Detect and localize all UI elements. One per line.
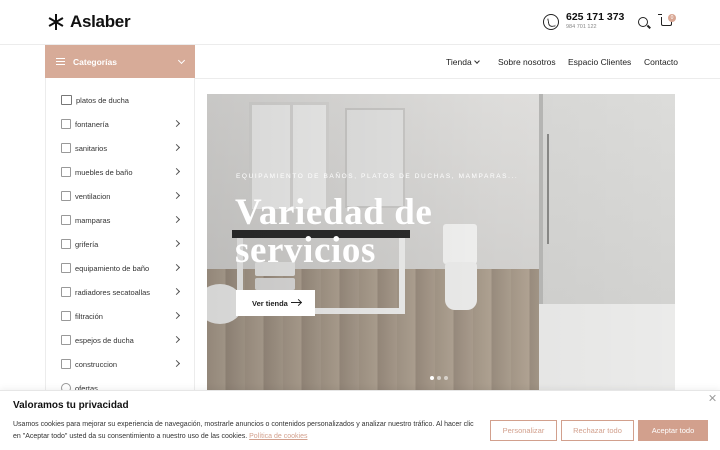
sidebar-item-filtracion[interactable]: filtración [61,309,189,323]
slider-dots [430,376,448,380]
nav-contacto[interactable]: Contacto [644,57,678,67]
toilet-icon [61,143,71,153]
sidebar-item-equipamiento-de-bano[interactable]: equipamiento de baño [61,261,189,275]
radiator-icon [61,287,71,297]
nav-divider [195,78,720,79]
chevron-right-icon [172,359,181,368]
arrow-right-icon [291,302,301,304]
shower-screen-icon [61,215,71,225]
chevron-right-icon [172,191,181,200]
sidebar-item-radiadores-secatoallas[interactable]: radiadores secatoallas [61,285,189,299]
cabinet-icon [61,167,71,177]
sidebar-item-label: fontanería [75,119,109,129]
phone-number: 625 171 373 [566,11,625,23]
slider-dot[interactable] [430,376,434,380]
sidebar-item-muebles-de-bano[interactable]: muebles de baño [61,165,189,179]
nav-sobre-nosotros[interactable]: Sobre nosotros [498,57,556,67]
menu-icon [56,58,65,65]
shower-tray-icon [61,95,72,105]
sidebar-item-espejos-de-ducha[interactable]: espejos de ducha [61,333,189,347]
sidebar-item-label: sanitarios [75,143,108,153]
chevron-right-icon [172,335,181,344]
sidebar-item-ventilacion[interactable]: ventilacion [61,189,189,203]
cookie-title: Valoramos tu privacidad [13,400,129,411]
cookie-policy-link[interactable]: Política de cookies [249,433,307,440]
chevron-right-icon [172,143,181,152]
chevron-right-icon [172,311,181,320]
sidebar-item-label: construccion [75,359,118,369]
sidebar-item-label: espejos de ducha [75,335,134,345]
slider-dot[interactable] [437,376,441,380]
hero-title: Variedad de servicios [235,194,432,270]
sidebar-item-label: platos de ducha [76,95,129,105]
phone-contact[interactable]: 625 171 373 984 701 122 [543,12,624,31]
site-header: Aslaber 625 171 373 984 701 122 0 [0,0,720,45]
chevron-right-icon [172,263,181,272]
sidebar-item-label: muebles de baño [75,167,133,177]
slider-dot[interactable] [444,376,448,380]
sidebar-item-sanitarios[interactable]: sanitarios [61,141,189,155]
faucet-icon [61,119,71,129]
sidebar-item-label: equipamiento de baño [75,263,150,273]
phone-number-secondary: 984 701 122 [566,24,597,30]
cookie-banner: Valoramos tu privacidad Usamos cookies p… [0,390,720,450]
hero-title-line: servicios [235,230,377,271]
tap-icon [61,239,71,249]
logo-text: Aslaber [70,12,131,31]
filter-icon [61,311,71,321]
ver-tienda-label: Ver tienda [252,298,288,308]
sidebar-item-label: mamparas [75,215,111,225]
chevron-right-icon [172,215,181,224]
chevron-right-icon [172,167,181,176]
chevron-down-icon [177,56,186,65]
chevron-down-icon [474,58,480,64]
sidebar-item-label: radiadores secatoallas [75,287,151,297]
bath-equipment-icon [61,263,71,273]
search-icon[interactable] [638,17,648,27]
cookie-body: Usamos cookies para mejorar su experienc… [13,421,474,440]
hero-kicker: EQUIPAMIENTO DE BAÑOS, PLATOS DE DUCHAS,… [236,173,519,180]
ver-tienda-button[interactable]: Ver tienda [236,290,315,316]
phone-icon [543,13,559,30]
sidebar-item-label: ventilacion [75,191,111,201]
categories-title: Categorías [73,56,117,67]
cart-count-badge: 0 [668,14,676,22]
chevron-right-icon [172,287,181,296]
hero-slider: EQUIPAMIENTO DE BAÑOS, PLATOS DE DUCHAS,… [207,94,675,390]
sidebar-item-fontaneria[interactable]: fontanería [61,117,189,131]
personalize-button[interactable]: Personalizar [490,420,557,441]
sidebar-item-platos-de-ducha[interactable]: platos de ducha [61,93,189,107]
chevron-right-icon [172,119,181,128]
nav-tienda[interactable]: Tienda [446,57,472,67]
sidebar-item-label: grifería [75,239,99,249]
reject-all-button[interactable]: Rechazar todo [561,420,634,441]
sidebar-item-mamparas[interactable]: mamparas [61,213,189,227]
categories-toggle[interactable]: Categorías [45,45,195,78]
category-sidebar: platos de ducha fontanería sanitarios mu… [45,78,195,398]
logo[interactable]: Aslaber [48,12,131,32]
close-icon[interactable] [709,394,717,402]
asterisk-logo-icon [48,14,64,30]
accept-all-button[interactable]: Aceptar todo [638,420,708,441]
chevron-right-icon [172,239,181,248]
hero-title-line: Variedad de [235,192,433,233]
construction-icon [61,359,71,369]
sidebar-item-label: filtración [75,311,103,321]
sidebar-item-construccion[interactable]: construccion [61,357,189,371]
sidebar-item-griferia[interactable]: grifería [61,237,189,251]
fan-icon [61,191,71,201]
cookie-text: Usamos cookies para mejorar su experienc… [13,419,483,443]
mirror-icon [61,335,71,345]
nav-espacio-clientes[interactable]: Espacio Clientes [568,57,631,67]
